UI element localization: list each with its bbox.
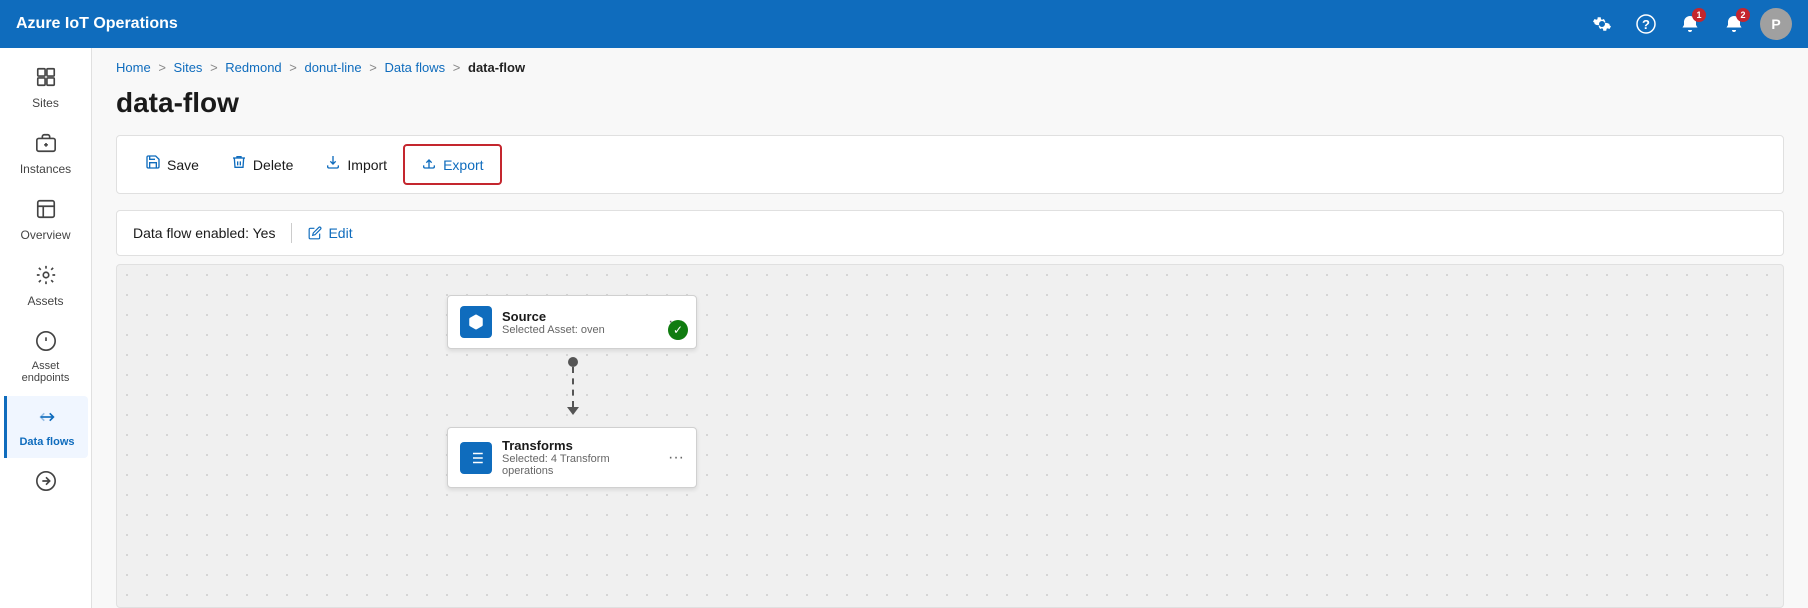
source-node-icon [460,306,492,338]
transforms-node-menu[interactable]: ··· [668,449,684,467]
content-area: Home > Sites > Redmond > donut-line > Da… [92,48,1808,608]
bell1-badge: 1 [1692,8,1706,22]
sidebar-item-assets-label: Assets [27,294,63,308]
breadcrumb-redmond[interactable]: Redmond [225,60,281,75]
avatar[interactable]: P [1760,8,1792,40]
help-icon: ? [1636,14,1656,34]
sidebar-item-more[interactable] [4,460,88,506]
save-icon [145,154,161,175]
delete-label: Delete [253,157,293,173]
edit-label: Edit [328,225,352,241]
connector-dot [568,357,578,367]
sidebar-item-instances-label: Instances [20,162,71,176]
edit-button[interactable]: Edit [308,225,352,241]
flow-connector [567,357,579,415]
data-flow-enabled-text: Data flow enabled: Yes [133,225,275,241]
svg-text:?: ? [1642,17,1650,32]
flow-canvas: Source Selected Asset: oven ··· ✓ [116,264,1784,608]
connector-arrow [567,407,579,415]
sidebar-item-asset-endpoints-label: Asset endpoints [8,360,84,384]
source-node-title: Source [502,309,658,324]
instances-icon [35,132,57,158]
bell2-badge: 2 [1736,8,1750,22]
connector-dashed-line [572,367,574,407]
export-button[interactable]: Export [403,144,501,185]
breadcrumb-current: data-flow [468,60,525,75]
main-layout: Sites Instances Overview [0,48,1808,608]
source-node-status: ✓ [668,320,688,340]
topbar-icons: ? 1 2 P [1584,6,1792,42]
export-icon [421,154,437,175]
topbar: Azure IoT Operations ? 1 2 P [0,0,1808,48]
sidebar-item-asset-endpoints[interactable]: Asset endpoints [4,320,88,394]
sidebar-item-sites[interactable]: Sites [4,56,88,120]
sidebar-item-assets[interactable]: Assets [4,254,88,318]
import-icon [325,154,341,175]
breadcrumb-data-flows[interactable]: Data flows [384,60,445,75]
source-node[interactable]: Source Selected Asset: oven ··· ✓ [447,295,697,349]
breadcrumb-sites[interactable]: Sites [174,60,203,75]
bell2-icon-btn[interactable]: 2 [1716,6,1752,42]
sidebar-item-overview[interactable]: Overview [4,188,88,252]
bell1-icon-btn[interactable]: 1 [1672,6,1708,42]
sidebar-item-instances[interactable]: Instances [4,122,88,186]
export-label: Export [443,157,483,173]
transforms-node-title: Transforms [502,438,658,453]
sites-icon [35,66,57,92]
data-flows-icon [36,406,58,432]
asset-endpoints-icon [35,330,57,356]
transforms-node[interactable]: Transforms Selected: 4 Transform operati… [447,427,697,488]
sidebar-item-sites-label: Sites [32,96,59,110]
info-bar: Data flow enabled: Yes Edit [116,210,1784,256]
sidebar-item-overview-label: Overview [20,228,70,242]
settings-icon-btn[interactable] [1584,6,1620,42]
sidebar-item-data-flows[interactable]: Data flows [4,396,88,458]
transforms-node-subtitle: Selected: 4 Transform operations [502,453,658,477]
delete-button[interactable]: Delete [215,146,309,183]
help-icon-btn[interactable]: ? [1628,6,1664,42]
breadcrumb: Home > Sites > Redmond > donut-line > Da… [92,48,1808,79]
sidebar-item-data-flows-label: Data flows [19,436,74,448]
assets-icon [35,264,57,290]
more-icon [35,470,57,496]
save-button[interactable]: Save [129,146,215,183]
breadcrumb-home[interactable]: Home [116,60,151,75]
app-title: Azure IoT Operations [16,15,178,33]
transforms-node-icon [460,442,492,474]
save-label: Save [167,157,199,173]
info-divider [291,223,292,243]
page-title: data-flow [92,79,1808,135]
sidebar: Sites Instances Overview [0,48,92,608]
source-node-subtitle: Selected Asset: oven [502,324,658,336]
import-label: Import [347,157,387,173]
breadcrumb-donut-line[interactable]: donut-line [305,60,362,75]
toolbar-card: Save Delete [116,135,1784,194]
overview-icon [35,198,57,224]
edit-icon [308,226,322,240]
import-button[interactable]: Import [309,146,403,183]
delete-icon [231,154,247,175]
settings-icon [1592,14,1612,34]
